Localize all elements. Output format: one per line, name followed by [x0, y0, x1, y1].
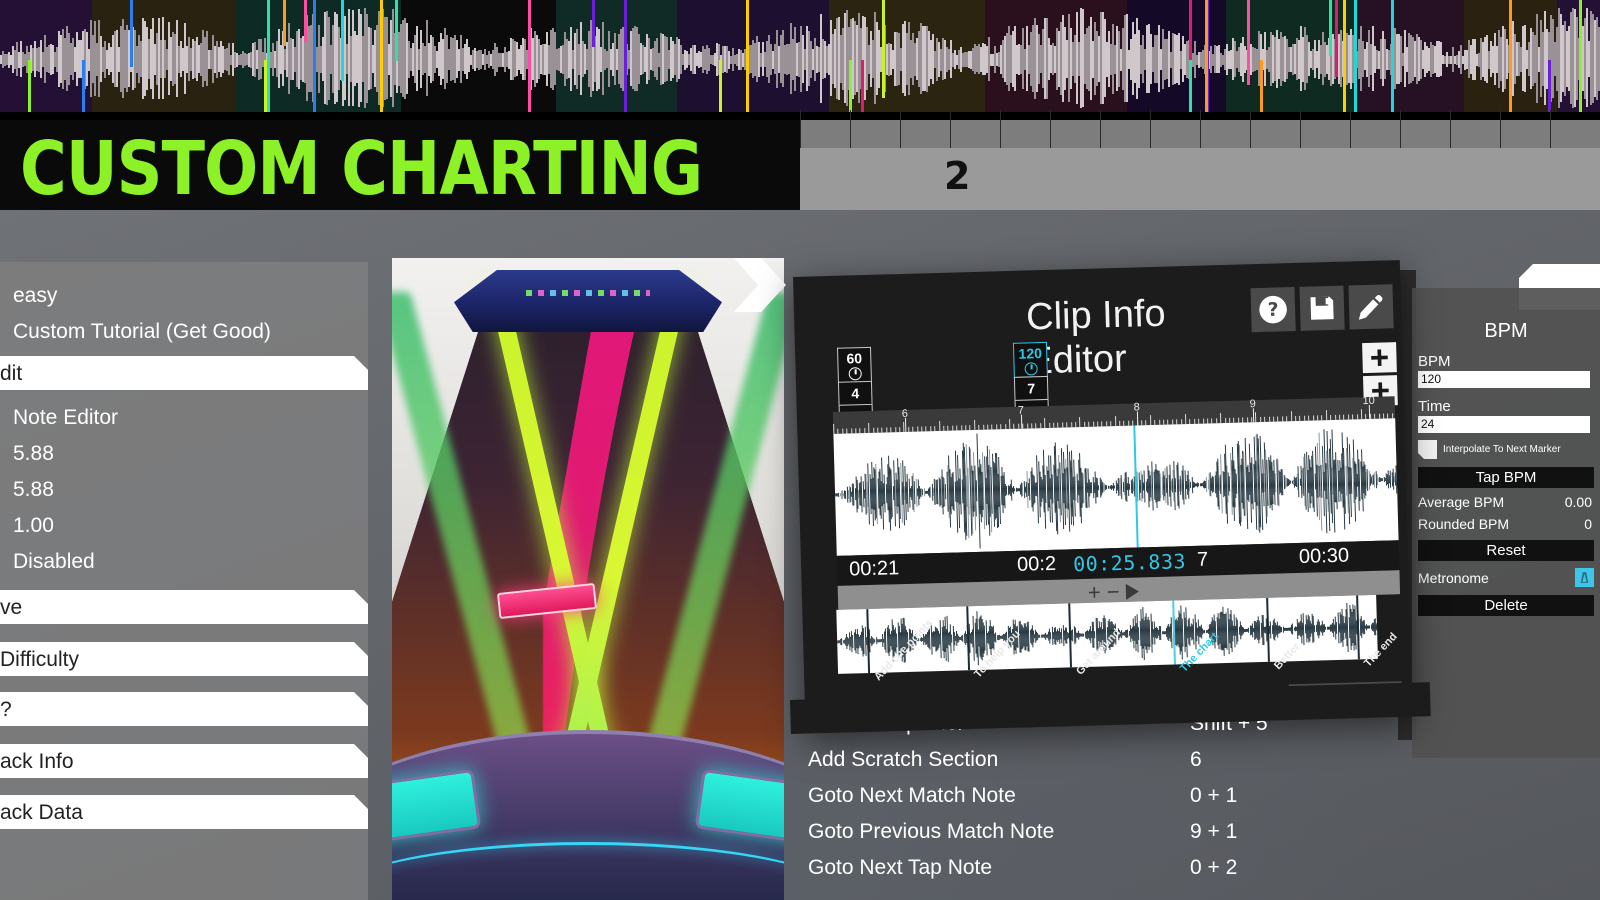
save-button[interactable]: [1299, 285, 1345, 331]
timecode-mid: 00:2: [1016, 552, 1057, 576]
keybinding-key: 0 + 1: [1190, 784, 1238, 807]
settings-row-label: 1.00: [13, 514, 54, 537]
time-signature-numerator[interactable]: 7: [1013, 375, 1049, 400]
settings-field-value: ve: [0, 596, 23, 619]
add-marker-button[interactable]: [1362, 342, 1397, 374]
app-screenshot: CUSTOM CHARTING 2 easy Custom Tutorial (G…: [0, 0, 1600, 900]
metronome-row: Metronome: [1418, 568, 1594, 587]
metronome-icon[interactable]: [1575, 568, 1594, 587]
time-input[interactable]: 24: [1418, 416, 1590, 433]
bpm-marker-tempo[interactable]: 120: [1012, 341, 1048, 377]
track-preview: [392, 258, 784, 900]
rounded-bpm-value: 0: [1584, 516, 1592, 532]
play-icon[interactable]: [1125, 583, 1139, 600]
metronome-icon: [848, 366, 862, 380]
plus-icon: [1371, 349, 1388, 366]
ruler-ticks: [800, 110, 1600, 148]
settings-field-value: ?: [0, 698, 12, 721]
interpolate-checkbox-row[interactable]: Interpolate To Next Marker: [1418, 440, 1600, 459]
settings-field-value: dit: [0, 362, 23, 385]
floppy-disk-icon: [1310, 296, 1334, 320]
metronome-icon: [1023, 361, 1038, 376]
deck-pad-left: [392, 768, 482, 848]
rounded-bpm-row: Rounded BPM 0: [1418, 516, 1592, 532]
timecode-current: 00:25.833: [1072, 549, 1187, 577]
clip-info-editor-window: Clip Info Editor ? 604412078 678910 00:2…: [793, 260, 1413, 732]
timecode-beat: 7: [1196, 548, 1209, 571]
average-bpm-row: Average BPM 0.00: [1418, 494, 1592, 510]
metronome-label: Metronome: [1418, 569, 1489, 586]
reset-button[interactable]: Reset: [1418, 540, 1594, 561]
settings-field-value: Difficulty: [0, 648, 79, 671]
bpm-input[interactable]: 120: [1418, 371, 1590, 388]
bpm-marker-value: 120: [1018, 344, 1043, 362]
settings-row-label: easy: [13, 284, 58, 307]
keybinding-action: Add Scratch Section: [808, 748, 999, 771]
ship-led-strip-icon: [526, 290, 650, 296]
bar-number: 2: [944, 154, 971, 198]
settings-field[interactable]: ?: [0, 692, 368, 726]
bpm-panel-heading: BPM: [1484, 320, 1528, 342]
bpm-field-label: BPM: [1418, 353, 1451, 370]
settings-field[interactable]: dit: [0, 356, 368, 390]
keybinding-action: Goto Previous Match Note: [808, 820, 1055, 843]
keybinding-key: 0 + 2: [1190, 856, 1238, 879]
bpm-panel: BPM BPM 120 Time 24 Interpolate To Next …: [1412, 288, 1600, 758]
settings-field-value: ack Data: [0, 801, 83, 824]
time-field-label: Time: [1418, 398, 1451, 415]
settings-field[interactable]: Difficulty: [0, 642, 368, 676]
settings-field[interactable]: ack Data: [0, 795, 368, 829]
page-title: CUSTOM CHARTING: [20, 126, 703, 212]
settings-row-label: Note Editor: [13, 406, 119, 429]
settings-row-label: Custom Tutorial (Get Good): [13, 320, 271, 343]
delete-button[interactable]: Delete: [1418, 595, 1594, 616]
settings-row-label: 5.88: [13, 442, 54, 465]
deck-pad-right: [694, 768, 784, 848]
settings-row-label: 5.88: [13, 478, 54, 501]
bpm-marker-value: 60: [846, 349, 863, 367]
vanishing-point-ship: [454, 270, 722, 332]
deck-outline: [392, 842, 784, 900]
clip-editor-toolbar: ?: [1250, 284, 1394, 333]
interpolate-label: Interpolate To Next Marker: [1443, 444, 1561, 455]
help-button[interactable]: ?: [1250, 287, 1296, 333]
keybinding-key: 9 + 1: [1190, 820, 1238, 843]
edit-button[interactable]: [1348, 284, 1394, 330]
pencil-icon: [1358, 295, 1383, 320]
bpm-marker-tempo[interactable]: 60: [836, 346, 872, 382]
player-dashboard: [392, 730, 784, 900]
tap-bpm-button[interactable]: Tap BPM: [1418, 467, 1594, 488]
settings-row-label: Disabled: [13, 550, 95, 573]
title-line-2: Editor: [1026, 337, 1128, 383]
rounded-bpm-label: Rounded BPM: [1418, 516, 1510, 532]
average-bpm-value: 0.00: [1564, 494, 1592, 510]
settings-field-value: ack Info: [0, 750, 74, 773]
song-overview-waveform[interactable]: [0, 0, 1600, 120]
main-waveform[interactable]: [833, 418, 1399, 556]
settings-field[interactable]: ve: [0, 590, 368, 624]
interpolate-checkbox[interactable]: [1418, 440, 1437, 459]
keybinding-key: 6: [1190, 748, 1202, 771]
timecode-start: 00:21: [848, 557, 900, 581]
svg-text:?: ?: [1267, 300, 1278, 321]
keybinding-action: Goto Next Tap Note: [808, 856, 993, 879]
timecode-end: 00:30: [1298, 544, 1350, 568]
question-mark-icon: ?: [1259, 295, 1287, 324]
time-signature-numerator[interactable]: 4: [837, 380, 873, 405]
settings-field[interactable]: ack Info: [0, 744, 368, 778]
average-bpm-label: Average BPM: [1418, 494, 1505, 510]
bar-ruler[interactable]: 2: [800, 148, 1600, 210]
settings-sidebar: easy Custom Tutorial (Get Good) dit Note Ed…: [0, 262, 368, 900]
keybinding-action: Goto Next Match Note: [808, 784, 1016, 807]
